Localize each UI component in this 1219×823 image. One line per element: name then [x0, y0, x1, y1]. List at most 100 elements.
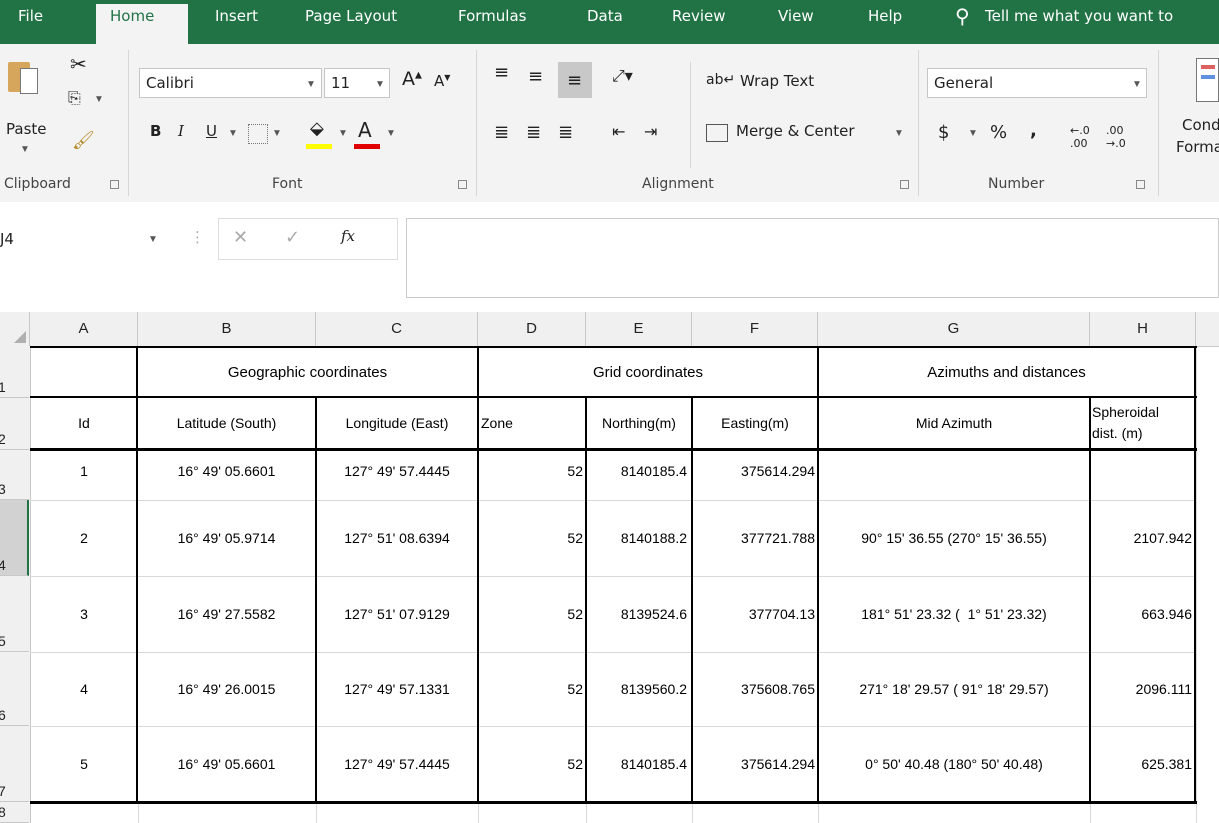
cell-longitude[interactable]: 127° 51' 08.6394 — [317, 501, 477, 575]
row-header[interactable]: 2 — [0, 398, 29, 450]
align-left-icon[interactable]: ≣ — [494, 122, 509, 143]
wrap-text-button[interactable]: Wrap Text — [740, 72, 814, 90]
cell-northing[interactable]: 8139524.6 — [587, 577, 687, 651]
fill-color-dropdown-icon[interactable]: ▼ — [338, 128, 348, 139]
row-header[interactable]: 5 — [0, 576, 29, 652]
cell-northing[interactable]: 8140185.4 — [587, 451, 687, 491]
cell-latitude[interactable]: 16° 49' 05.6601 — [138, 727, 315, 801]
group-header-geographic[interactable]: Geographic coordinates — [138, 348, 477, 396]
cut-icon[interactable]: ✂ — [70, 52, 87, 76]
drag-handle-icon[interactable]: ⋮ — [190, 228, 205, 246]
row-header[interactable]: 6 — [0, 652, 29, 726]
font-name-box[interactable]: Calibri ▼ — [139, 68, 322, 98]
conditional-formatting-button[interactable]: Cond — [1182, 116, 1219, 134]
align-center-icon[interactable]: ≣ — [526, 122, 541, 143]
percent-button[interactable]: % — [990, 122, 1007, 143]
font-color-icon[interactable]: A — [358, 118, 372, 142]
tab-file[interactable]: File — [18, 7, 43, 25]
cell-id[interactable]: 1 — [32, 451, 136, 491]
tell-me-box[interactable]: Tell me what you want to — [985, 7, 1173, 25]
header-spheroidal-dist[interactable]: Spheroidal dist. (m) — [1092, 398, 1194, 448]
column-header[interactable]: H — [1090, 312, 1196, 346]
cell-longitude[interactable]: 127° 49' 57.4445 — [317, 727, 477, 801]
top-align-icon[interactable]: ≡ — [494, 62, 509, 83]
increase-font-icon[interactable]: A▲ — [402, 68, 422, 90]
paste-icon[interactable] — [8, 58, 38, 96]
tab-data[interactable]: Data — [587, 7, 623, 25]
cell-latitude[interactable]: 16° 49' 26.0015 — [138, 653, 315, 725]
cell-latitude[interactable]: 16° 49' 05.6601 — [138, 451, 315, 491]
row-header[interactable]: 3 — [0, 450, 29, 500]
column-header[interactable]: A — [30, 312, 138, 346]
decrease-decimal-icon[interactable]: .00 →.0 — [1106, 124, 1126, 150]
header-mid-azimuth[interactable]: Mid Azimuth — [819, 398, 1089, 448]
column-header[interactable]: F — [692, 312, 818, 346]
column-header[interactable]: C — [316, 312, 478, 346]
cell-northing[interactable]: 8139560.2 — [587, 653, 687, 725]
cell-zone[interactable]: 52 — [479, 501, 583, 575]
decrease-indent-icon[interactable]: ⇤ — [612, 122, 625, 141]
lightbulb-search-icon[interactable]: ⚲ — [955, 4, 970, 28]
cell-azimuth[interactable]: 0° 50' 40.48 (180° 50' 40.48) — [819, 727, 1089, 801]
conditional-formatting-icon[interactable] — [1196, 58, 1219, 102]
tab-insert[interactable]: Insert — [215, 7, 258, 25]
number-launcher-icon[interactable] — [1136, 180, 1145, 189]
currency-button[interactable]: $ — [938, 122, 949, 143]
font-size-box[interactable]: 11 ▼ — [324, 68, 390, 98]
column-header[interactable]: B — [138, 312, 316, 346]
cell-easting[interactable]: 375614.294 — [693, 727, 815, 801]
column-header[interactable]: G — [818, 312, 1090, 346]
cell-longitude[interactable]: 127° 49' 57.4445 — [317, 451, 477, 491]
fill-color-icon[interactable]: ⬙ — [310, 118, 324, 139]
cell-distance[interactable]: 663.946 — [1091, 577, 1192, 651]
format-painter-icon[interactable]: 🖌 — [72, 130, 95, 151]
alignment-launcher-icon[interactable] — [900, 180, 909, 189]
tab-view[interactable]: View — [778, 7, 814, 25]
cell-distance[interactable]: 625.381 — [1091, 727, 1192, 801]
borders-icon[interactable] — [248, 124, 268, 144]
cell-longitude[interactable]: 127° 49' 57.1331 — [317, 653, 477, 725]
header-latitude[interactable]: Latitude (South) — [138, 398, 315, 448]
decrease-font-icon[interactable]: A▼ — [434, 72, 450, 90]
cell-id[interactable]: 3 — [32, 577, 136, 651]
cell-zone[interactable]: 52 — [479, 577, 583, 651]
cell-azimuth[interactable]: 181° 51' 23.32 ( 1° 51' 23.32) — [819, 577, 1089, 651]
header-longitude[interactable]: Longitude (East) — [317, 398, 477, 448]
align-right-icon[interactable]: ≣ — [558, 122, 573, 143]
header-easting[interactable]: Easting(m) — [693, 398, 817, 448]
cell-distance[interactable]: 2096.111 — [1091, 653, 1192, 725]
header-northing[interactable]: Northing(m) — [587, 398, 691, 448]
group-header-azimuths[interactable]: Azimuths and distances — [819, 348, 1194, 396]
number-format-box[interactable]: General ▼ — [927, 68, 1147, 98]
merge-dropdown-icon[interactable]: ▼ — [894, 128, 904, 139]
cell-distance[interactable] — [1091, 451, 1192, 491]
tab-formulas[interactable]: Formulas — [458, 7, 526, 25]
cell-zone[interactable]: 52 — [479, 727, 583, 801]
row-header[interactable]: 7 — [0, 726, 29, 802]
header-id[interactable]: Id — [32, 398, 136, 448]
row-header-selected[interactable]: 4 — [0, 500, 29, 576]
paste-button[interactable]: Paste — [6, 120, 47, 138]
tab-home[interactable]: Home — [96, 4, 188, 44]
cell-easting[interactable]: 375614.294 — [693, 451, 815, 491]
increase-indent-icon[interactable]: ⇥ — [644, 122, 657, 141]
increase-decimal-icon[interactable]: ←.0.00 — [1070, 124, 1090, 150]
cell-longitude[interactable]: 127° 51' 07.9129 — [317, 577, 477, 651]
cell-id[interactable]: 5 — [32, 727, 136, 801]
name-box[interactable]: J4 ▼ — [0, 220, 172, 260]
cell-id[interactable]: 2 — [32, 501, 136, 575]
cell-northing[interactable]: 8140188.2 — [587, 501, 687, 575]
insert-function-icon[interactable]: fx — [341, 227, 355, 245]
font-color-dropdown-icon[interactable]: ▼ — [386, 128, 396, 139]
enter-icon[interactable]: ✓ — [285, 227, 300, 248]
cell-id[interactable]: 4 — [32, 653, 136, 725]
merge-center-button[interactable]: Merge & Center — [736, 122, 855, 140]
group-header-grid[interactable]: Grid coordinates — [479, 348, 817, 396]
cell-easting[interactable]: 377704.13 — [693, 577, 815, 651]
clipboard-launcher-icon[interactable] — [110, 180, 119, 189]
cell-latitude[interactable]: 16° 49' 05.9714 — [138, 501, 315, 575]
underline-button[interactable]: U — [206, 122, 217, 140]
currency-dropdown-icon[interactable]: ▼ — [968, 128, 978, 139]
cell-distance[interactable]: 2107.942 — [1091, 501, 1192, 575]
cell-zone[interactable]: 52 — [479, 451, 583, 491]
